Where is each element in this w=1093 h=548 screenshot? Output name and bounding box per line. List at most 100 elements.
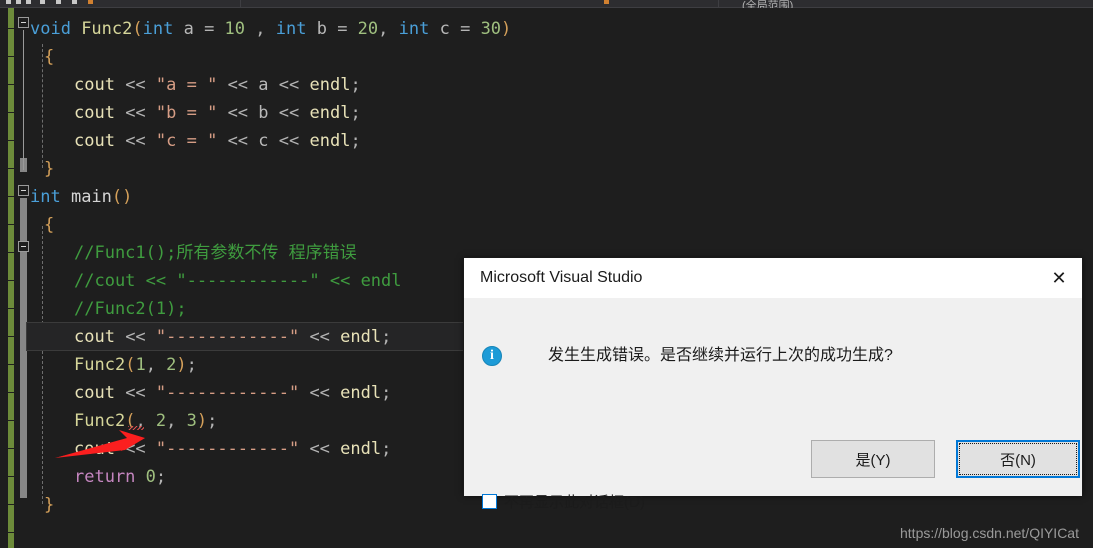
toolbar-icon-8[interactable] bbox=[604, 0, 609, 4]
code-line[interactable]: //Func1();所有参数不传 程序错误 bbox=[74, 239, 357, 267]
toolbar-icon-2[interactable] bbox=[16, 0, 21, 4]
code-token: << bbox=[268, 103, 310, 123]
code-token: ; bbox=[207, 411, 218, 431]
code-line[interactable]: { bbox=[44, 211, 54, 239]
no-button-label: 否(N) bbox=[1000, 451, 1036, 469]
code-token: "a = " bbox=[155, 75, 218, 95]
code-line[interactable]: cout << "a = " << a << endl; bbox=[74, 71, 361, 99]
code-token: << bbox=[114, 383, 156, 403]
build-error-dialog[interactable]: Microsoft Visual Studio ✕ i 发生生成错误。是否继续并… bbox=[463, 257, 1083, 511]
dialog-body: i 发生生成错误。是否继续并运行上次的成功生成? 是(Y) 否(N) 不再显示此… bbox=[464, 298, 1082, 511]
watermark: https://blog.csdn.net/QIYICat bbox=[900, 525, 1079, 541]
toolbar-icon-7[interactable] bbox=[88, 0, 93, 4]
code-line[interactable]: Func2(1, 2); bbox=[74, 351, 197, 379]
code-token: ) bbox=[196, 411, 208, 431]
code-line[interactable]: cout << "------------" << endl; bbox=[74, 435, 391, 463]
code-token: { bbox=[44, 47, 55, 67]
dialog-message: 发生生成错误。是否继续并运行上次的成功生成? bbox=[548, 347, 893, 364]
code-token: ; bbox=[350, 75, 361, 95]
code-line[interactable]: cout << "------------" << endl; bbox=[74, 323, 391, 351]
code-token: int bbox=[142, 19, 184, 39]
code-token: = bbox=[460, 19, 481, 39]
code-token: = bbox=[337, 19, 358, 39]
code-token: 10 bbox=[224, 19, 246, 39]
code-token: } bbox=[44, 159, 55, 179]
code-token: endl bbox=[309, 75, 351, 95]
dialog-titlebar[interactable]: Microsoft Visual Studio ✕ bbox=[464, 258, 1082, 298]
code-line[interactable]: Func2(, 2, 3); bbox=[74, 407, 217, 435]
code-token: Func2 bbox=[74, 355, 126, 375]
dont-show-again-checkbox[interactable]: 不再显示此对话框(D) bbox=[482, 491, 645, 512]
no-button[interactable]: 否(N) bbox=[956, 440, 1080, 478]
code-token: << bbox=[268, 131, 310, 151]
code-line[interactable]: //Func2(1); bbox=[74, 295, 187, 323]
code-token: << bbox=[217, 103, 259, 123]
code-token: ) bbox=[176, 355, 187, 375]
code-line[interactable]: } bbox=[44, 491, 54, 519]
code-line[interactable]: return 0; bbox=[74, 463, 166, 491]
code-token: Func2 bbox=[81, 19, 133, 39]
yes-button[interactable]: 是(Y) bbox=[811, 440, 935, 478]
code-line[interactable]: int main() bbox=[30, 183, 132, 211]
error-squiggle bbox=[128, 426, 144, 430]
outline-line-func2 bbox=[23, 30, 24, 170]
code-token: "------------" bbox=[155, 439, 300, 459]
code-token: endl bbox=[309, 131, 351, 151]
code-token: ( bbox=[132, 19, 143, 39]
code-line[interactable]: } bbox=[44, 155, 54, 183]
code-token: endl bbox=[340, 439, 382, 459]
code-token: cout bbox=[74, 383, 115, 403]
code-token: 3 bbox=[186, 411, 197, 431]
code-token: endl bbox=[309, 103, 351, 123]
code-token: endl bbox=[340, 327, 382, 347]
code-line[interactable]: cout << "------------" << endl; bbox=[74, 379, 391, 407]
code-line[interactable]: { bbox=[44, 43, 54, 71]
code-token: a bbox=[258, 75, 269, 95]
code-token: ) bbox=[501, 19, 512, 39]
code-token: //cout << "------------" << endl bbox=[74, 271, 402, 291]
code-token: int bbox=[275, 19, 317, 39]
code-token: "c = " bbox=[155, 131, 218, 151]
checkbox-label: 不再显示此对话框(D) bbox=[504, 494, 645, 511]
code-token: int bbox=[30, 187, 71, 207]
toolbar-divider-1 bbox=[240, 0, 241, 8]
code-line[interactable]: void Func2(int a = 10 , int b = 20, int … bbox=[30, 15, 511, 43]
code-token: b bbox=[258, 103, 269, 123]
toolbar-icon-3[interactable] bbox=[26, 0, 31, 4]
toolbar-icon-5[interactable] bbox=[56, 0, 61, 4]
code-token: () bbox=[111, 187, 133, 207]
code-token: ; bbox=[381, 383, 392, 403]
code-token: //Func1();所有参数不传 程序错误 bbox=[74, 243, 357, 263]
code-token: << bbox=[299, 383, 341, 403]
toolbar-icon-4[interactable] bbox=[40, 0, 45, 4]
code-line[interactable]: cout << "b = " << b << endl; bbox=[74, 99, 361, 127]
code-token: << bbox=[299, 327, 341, 347]
toolbar-icon-1[interactable] bbox=[6, 0, 11, 4]
collapse-toggle-main[interactable] bbox=[18, 185, 29, 196]
collapse-toggle-block[interactable] bbox=[18, 241, 29, 252]
code-line[interactable]: cout << "c = " << c << endl; bbox=[74, 127, 361, 155]
close-icon[interactable]: ✕ bbox=[1036, 258, 1082, 298]
code-token: , bbox=[166, 411, 187, 431]
code-token: 2 bbox=[166, 355, 177, 375]
code-token: = bbox=[204, 19, 225, 39]
code-token: , bbox=[378, 19, 399, 39]
code-token: ; bbox=[381, 439, 392, 459]
code-token: << bbox=[217, 131, 259, 151]
code-token: << bbox=[114, 327, 156, 347]
outline-end-func2 bbox=[20, 158, 27, 172]
code-token: "------------" bbox=[155, 327, 300, 347]
toolbar-icon-6[interactable] bbox=[72, 0, 77, 4]
code-token: cout bbox=[74, 75, 115, 95]
checkbox-box[interactable] bbox=[482, 494, 497, 509]
code-token: a bbox=[183, 19, 205, 39]
code-line[interactable]: //cout << "------------" << endl bbox=[74, 267, 402, 295]
code-token: cout bbox=[74, 327, 115, 347]
code-token: , bbox=[145, 355, 167, 375]
code-token: << bbox=[268, 75, 310, 95]
code-token: ; bbox=[381, 327, 392, 347]
collapse-toggle-func2[interactable] bbox=[18, 17, 29, 28]
code-token: Func2 bbox=[74, 411, 126, 431]
code-token: c bbox=[439, 19, 461, 39]
